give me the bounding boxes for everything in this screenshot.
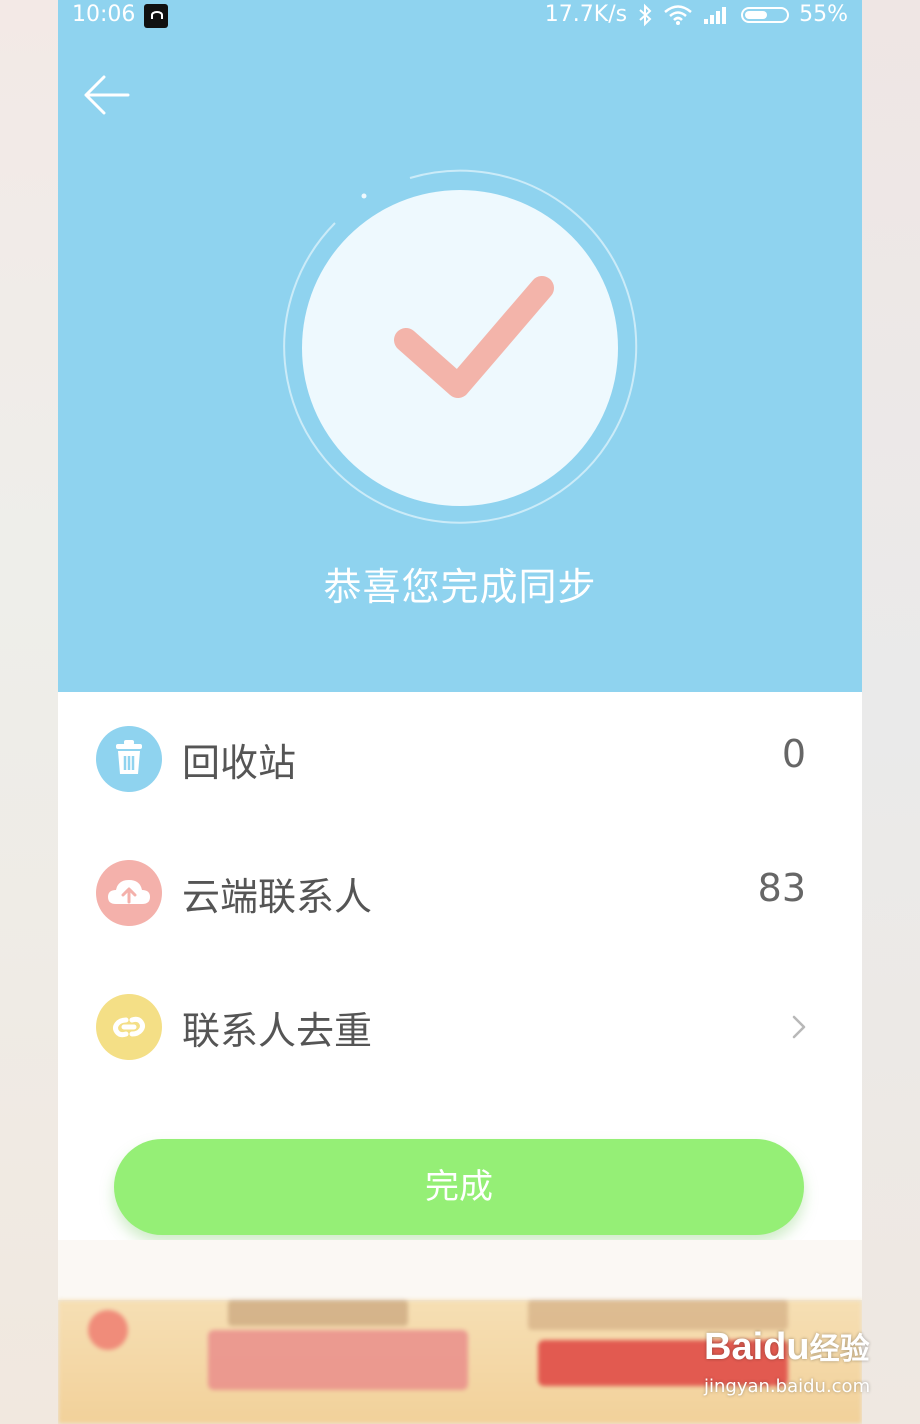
status-right: 17.7K/s 55%: [545, 2, 848, 27]
chevron-right-icon: [792, 1015, 806, 1039]
list-item-label: 云端联系人: [182, 875, 373, 919]
ad-spacer: [58, 1240, 862, 1300]
list-item-recycle-bin[interactable]: 回收站 0: [58, 692, 862, 826]
list-item-count: 0: [781, 732, 806, 776]
sync-complete-title: 恭喜您完成同步: [323, 565, 597, 609]
bluetooth-icon: [639, 3, 652, 26]
link-icon: [96, 994, 162, 1060]
result-list: 回收站 0 云端联系人 83 联系人去重 完成: [58, 692, 862, 1240]
list-item-count: 83: [757, 866, 806, 910]
done-button[interactable]: 完成: [114, 1139, 804, 1235]
wifi-icon: [664, 4, 692, 25]
arrow-left-icon: [84, 75, 130, 115]
phone-screen: 10:06 17.7K/s 55% 恭喜您完成同步 回收站 0 云端联系人 83…: [58, 0, 862, 1424]
sync-header: 10:06 17.7K/s 55% 恭喜您完成同步: [58, 0, 862, 692]
baidu-jingyan-watermark: Baidu经验 jingyan.baidu.com: [704, 1324, 870, 1397]
status-bar: 10:06 17.7K/s 55%: [58, 0, 862, 34]
cloud-upload-icon: [96, 860, 162, 926]
watermark-sub: 经验: [809, 1332, 870, 1367]
battery-icon: [741, 6, 790, 23]
list-item-label: 回收站: [182, 741, 297, 785]
back-button[interactable]: [78, 70, 134, 120]
notification-app-icon: [144, 4, 168, 28]
watermark-url: jingyan.baidu.com: [704, 1376, 871, 1397]
background-right: [862, 0, 920, 1424]
trash-icon: [96, 726, 162, 792]
status-time: 10:06: [72, 2, 136, 27]
success-circle: [302, 190, 618, 506]
network-speed: 17.7K/s: [544, 2, 628, 27]
signal-icon: [704, 6, 727, 24]
watermark-logo: Bai: [704, 1326, 764, 1368]
background-left: [0, 0, 58, 1424]
list-item-dedupe-contacts[interactable]: 联系人去重: [58, 960, 862, 1094]
ring-dot: [361, 193, 367, 199]
list-item-label: 联系人去重: [182, 1009, 373, 1053]
battery-percent: 55%: [799, 2, 848, 27]
success-badge: [283, 169, 638, 524]
watermark-logo-mark: du: [763, 1326, 810, 1368]
list-item-cloud-contacts[interactable]: 云端联系人 83: [58, 826, 862, 960]
